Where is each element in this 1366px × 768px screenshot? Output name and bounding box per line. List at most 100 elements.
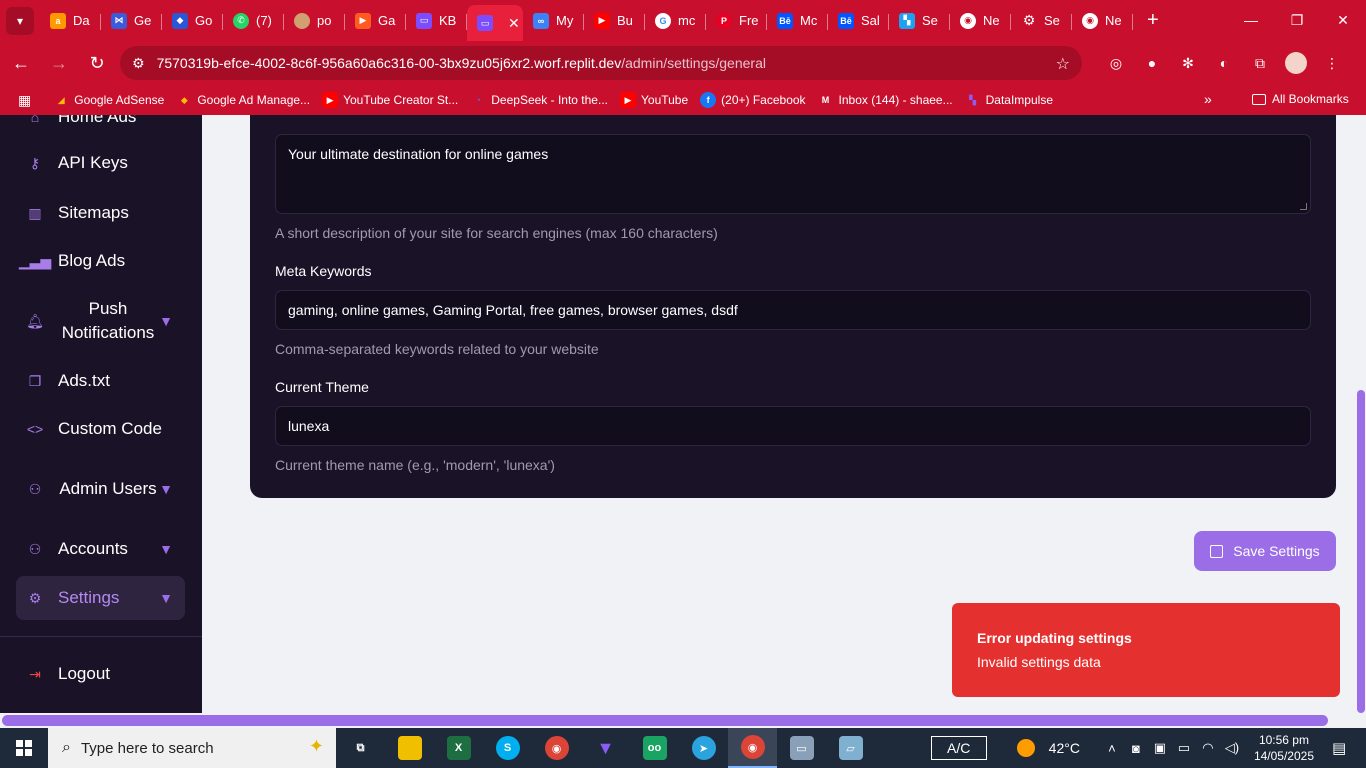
- notes-icon[interactable]: ▱: [826, 728, 875, 768]
- extension-icon[interactable]: ◐: [1206, 49, 1242, 77]
- battery-icon[interactable]: ▭: [1172, 740, 1196, 756]
- search-highlight-icon: ✦: [308, 736, 324, 756]
- bookmark-item[interactable]: ▚ DataImpulse: [965, 92, 1053, 108]
- more-bookmarks-icon[interactable]: »: [1204, 91, 1212, 107]
- minimize-icon[interactable]: —: [1228, 0, 1274, 40]
- tab-search-button[interactable]: ▾: [6, 6, 34, 35]
- caret-down-icon: ▼: [159, 541, 173, 557]
- back-arrow-icon[interactable]: ←: [4, 46, 38, 80]
- window-controls: — ❐ ✕: [1228, 0, 1366, 40]
- sidebar-item-custom-code[interactable]: <> Custom Code: [16, 417, 185, 441]
- browser-tab[interactable]: ▭ KB: [406, 5, 467, 37]
- kebab-menu-icon[interactable]: ⋮: [1314, 49, 1350, 77]
- new-tab-icon[interactable]: +: [1147, 9, 1159, 32]
- camera-icon[interactable]: ◙: [1124, 741, 1148, 756]
- vpn-icon[interactable]: ▼: [581, 728, 630, 768]
- browser-tab[interactable]: Bē Sal: [828, 5, 889, 37]
- browser-tab[interactable]: po: [284, 5, 345, 37]
- browser-tab[interactable]: Gmc: [645, 5, 706, 37]
- scrollbar-thumb[interactable]: [1357, 390, 1365, 713]
- ac-indicator[interactable]: A/C: [930, 736, 987, 760]
- play-icon: ▶: [355, 12, 371, 29]
- display-icon[interactable]: ▣: [1148, 740, 1172, 756]
- sidebar-item-blog-ads[interactable]: ▁▃▅ Blog Ads: [16, 249, 185, 273]
- browser-tab[interactable]: ∞ My: [523, 5, 584, 37]
- browser-tab[interactable]: ▶ Ga: [345, 5, 406, 37]
- extension-icon[interactable]: ●: [1134, 49, 1170, 77]
- close-window-icon[interactable]: ✕: [1320, 0, 1366, 40]
- sidebar-item-push-notifications[interactable]: 🔔︎ Push Notifications ▼: [16, 297, 185, 345]
- bookmark-item[interactable]: ▶ YouTube Creator St...: [322, 92, 458, 108]
- browser-tab[interactable]: ⋈ Ge: [101, 5, 162, 37]
- gear-icon: ⚙: [1022, 12, 1036, 28]
- save-icon: [1210, 544, 1224, 558]
- sidebar-item-logout[interactable]: ⇥ Logout: [16, 662, 185, 686]
- chevron-up-icon[interactable]: ˄: [1100, 741, 1124, 756]
- taskbar-search[interactable]: ⌕ Type here to search ✦: [48, 728, 336, 768]
- wifi-icon[interactable]: ◠: [1196, 740, 1220, 756]
- bookmark-star-icon[interactable]: ☆: [1056, 54, 1070, 74]
- sidebar-item-accounts[interactable]: ⚇ Accounts ▼: [16, 537, 185, 561]
- sidebar-item-settings[interactable]: ⚙ Settings ▼: [16, 576, 185, 620]
- notification-center-icon[interactable]: ▤: [1332, 739, 1356, 757]
- horizontal-scrollbar[interactable]: [0, 713, 1366, 727]
- file-explorer-icon[interactable]: [385, 728, 434, 768]
- volume-icon[interactable]: ◁): [1220, 740, 1244, 756]
- snipping-icon[interactable]: ▭: [777, 728, 826, 768]
- weather-widget[interactable]: 42°C: [1016, 739, 1080, 757]
- current-theme-input[interactable]: lunexa: [275, 406, 1311, 446]
- browser-tab[interactable]: ◉ Ne: [1072, 5, 1133, 37]
- meta-keywords-input[interactable]: gaming, online games, Gaming Portal, fre…: [275, 290, 1311, 330]
- meet-icon[interactable]: oo: [630, 728, 679, 768]
- browser-tab[interactable]: a Da: [40, 5, 101, 37]
- browser-tab-active[interactable]: ▭ ✕: [467, 5, 523, 41]
- vertical-scrollbar[interactable]: [1356, 115, 1366, 713]
- site-info-icon[interactable]: ⚙: [132, 55, 145, 72]
- browser-tab[interactable]: ⚙ Se: [1011, 5, 1072, 37]
- start-button[interactable]: [0, 728, 48, 768]
- browser-tab[interactable]: ◆ Go: [162, 5, 223, 37]
- close-tab-icon[interactable]: ✕: [508, 15, 520, 32]
- task-view-icon[interactable]: ⧉: [336, 728, 385, 768]
- restore-icon[interactable]: ❐: [1274, 0, 1320, 40]
- browser-tab[interactable]: P Fre: [706, 5, 767, 37]
- forward-arrow-icon[interactable]: →: [42, 46, 76, 80]
- bookmark-item[interactable]: ▶ YouTube: [620, 92, 688, 108]
- skype-icon[interactable]: S: [483, 728, 532, 768]
- bookmark-item[interactable]: ◢ Google AdSense: [53, 92, 165, 108]
- extension-icon[interactable]: ◎: [1098, 49, 1134, 77]
- cookie-icon[interactable]: ✻: [1170, 49, 1206, 77]
- bookmark-item[interactable]: f (20+) Facebook: [700, 92, 806, 108]
- puzzle-icon[interactable]: ⧉: [1242, 49, 1278, 77]
- controller-icon: ▭: [477, 15, 493, 31]
- browser-tab[interactable]: ▶ Bu: [584, 5, 645, 37]
- save-settings-button[interactable]: Save Settings: [1194, 531, 1336, 571]
- sidebar-item-api-keys[interactable]: ⚷ API Keys: [16, 153, 185, 173]
- sidebar-item-home-ads[interactable]: ⌂ Home Ads: [16, 115, 185, 129]
- profile-avatar[interactable]: [1285, 52, 1307, 74]
- meta-description-textarea[interactable]: Your ultimate destination for online gam…: [275, 134, 1311, 214]
- chrome-icon[interactable]: ◉: [532, 728, 581, 768]
- sidebar-item-admin-users[interactable]: ⚇ Admin Users ▼: [16, 465, 185, 513]
- all-bookmarks[interactable]: All Bookmarks: [1252, 92, 1349, 106]
- sidebar-item-sitemaps[interactable]: ▥ Sitemaps: [16, 201, 185, 225]
- scrollbar-thumb[interactable]: [2, 715, 1328, 726]
- browser-tab[interactable]: ✆ (7): [223, 5, 284, 37]
- browser-tab[interactable]: Bē Mc: [767, 5, 828, 37]
- taskbar-clock[interactable]: 10:56 pm 14/05/2025: [1254, 732, 1314, 764]
- bookmark-item[interactable]: ◔ DeepSeek - Into the...: [470, 92, 608, 108]
- address-bar[interactable]: ⚙ 7570319b-efce-4002-8c6f-956a60a6c316-0…: [120, 46, 1082, 80]
- sidebar-item-ads-txt[interactable]: ❐ Ads.txt: [16, 369, 185, 393]
- resize-handle-icon[interactable]: [1300, 203, 1307, 210]
- bookmark-item[interactable]: ◆ Google Ad Manage...: [176, 92, 310, 108]
- browser-tab[interactable]: ◉ Ne: [950, 5, 1011, 37]
- error-toast[interactable]: Error updating settings Invalid settings…: [952, 603, 1340, 697]
- bookmark-item[interactable]: M Inbox (144) - shaee...: [818, 92, 953, 108]
- telegram-icon[interactable]: ➤: [679, 728, 728, 768]
- apps-grid-icon[interactable]: ▦: [18, 92, 31, 109]
- home-ads-icon: ⌂: [30, 115, 40, 125]
- excel-icon[interactable]: X: [434, 728, 483, 768]
- chrome-running-icon[interactable]: ◉: [728, 728, 777, 768]
- browser-tab[interactable]: ▚ Se: [889, 5, 950, 37]
- reload-icon[interactable]: ↻: [80, 46, 114, 80]
